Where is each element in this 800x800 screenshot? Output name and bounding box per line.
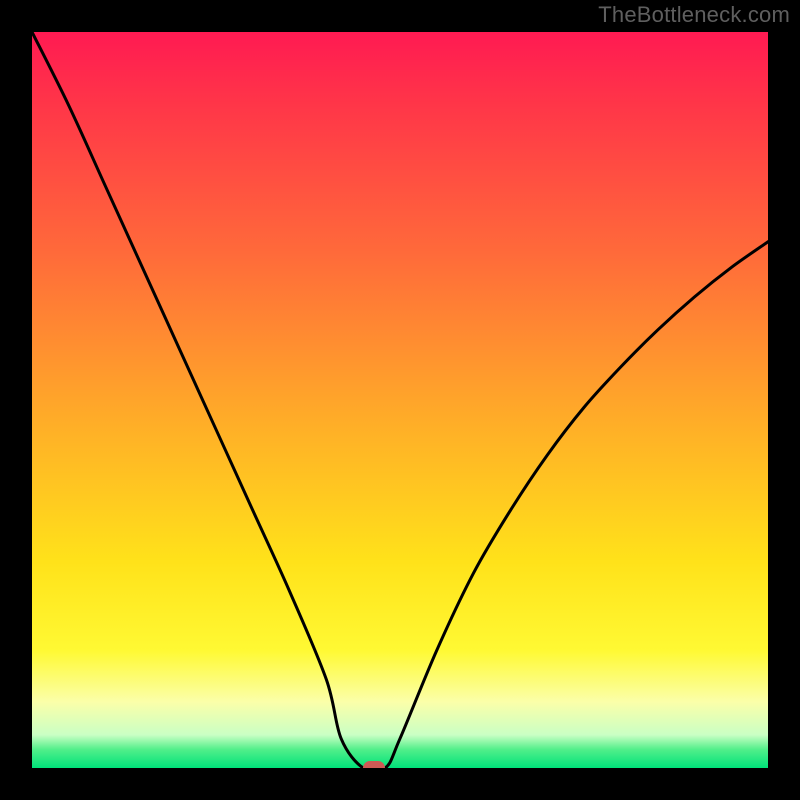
bottleneck-curve: [32, 32, 768, 768]
optimal-point-marker: [363, 761, 385, 768]
plot-area: [32, 32, 768, 768]
watermark-text: TheBottleneck.com: [598, 2, 790, 28]
chart-frame: TheBottleneck.com: [0, 0, 800, 800]
